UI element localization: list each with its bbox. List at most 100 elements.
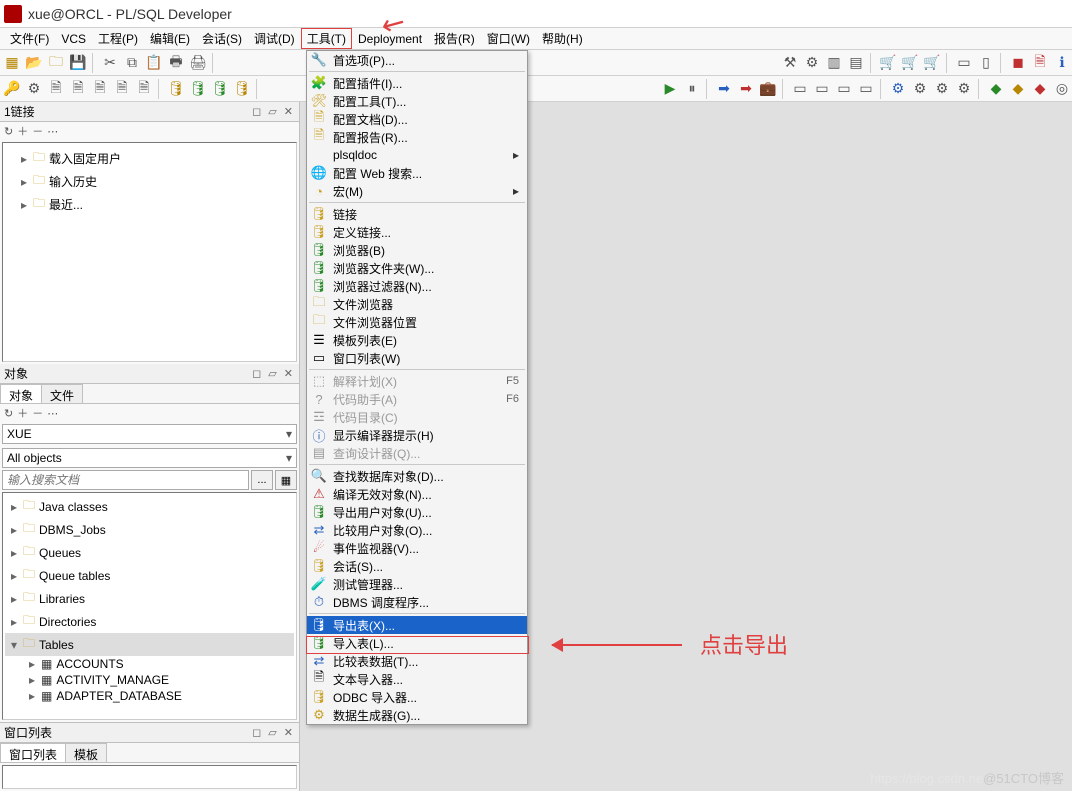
tree-item[interactable]: ▸🗀Queue tables [5,564,294,587]
refresh-icon[interactable]: ↻ [4,125,13,138]
menu-compare-table-data[interactable]: ⇄比较表数据(T)... [307,652,527,670]
menu-session[interactable]: 会话(S) [196,28,248,49]
menu-find-db-obj[interactable]: 🔍查找数据库对象(D)... [307,467,527,485]
tool-icon[interactable]: ⚒ [780,53,800,73]
menu-help[interactable]: 帮助(H) [536,28,589,49]
menu-def-link[interactable]: 🛢定义链接... [307,223,527,241]
panel-controls[interactable]: ◻ ▱ ✕ [252,105,295,118]
add-icon[interactable]: ＋ [17,123,28,139]
open-icon[interactable]: 📂 [24,53,44,73]
tree-item[interactable]: ▸🗀DBMS_Jobs [5,518,294,541]
tool-icon[interactable]: ▤ [846,53,866,73]
menu-cfg-web[interactable]: 🌐配置 Web 搜索... [307,164,527,182]
menu-edit[interactable]: 编辑(E) [144,28,196,49]
menu-tools[interactable]: 工具(T) [301,28,352,49]
copy-icon[interactable]: ⧉ [122,53,142,73]
arrow-right-icon[interactable]: ➡ [714,79,734,99]
add-icon[interactable]: ＋ [17,405,28,421]
table-item[interactable]: ▸▦ACCOUNTS [5,656,294,672]
refresh-icon[interactable]: ↻ [4,407,13,420]
tree-item[interactable]: ▸🗀Libraries [5,587,294,610]
cut-icon[interactable]: ✂ [100,53,120,73]
gear-icon[interactable]: ⚙ [954,79,974,99]
gear-icon[interactable]: ⚙ [932,79,952,99]
menu-compare-user[interactable]: ⇄比较用户对象(O)... [307,521,527,539]
tree-item[interactable]: ▸🗀Java classes [5,495,294,518]
menu-project[interactable]: 工程(P) [92,28,144,49]
menu-preferences[interactable]: 🔧首选项(P)... [307,51,527,69]
gear-icon[interactable]: ⚙ [910,79,930,99]
menu-event-monitor[interactable]: ☄事件监视器(V)... [307,539,527,557]
cart-icon[interactable]: 🛒 [878,53,898,73]
new-icon[interactable]: ▦ [2,53,22,73]
key-icon[interactable]: 🔑 [2,79,22,99]
arrow-right-icon[interactable]: ➡ [736,79,756,99]
menu-vcs[interactable]: VCS [55,30,92,48]
action-icon[interactable]: ◆ [1030,79,1050,99]
db-icon[interactable]: 🛢 [166,79,186,99]
doc-icon[interactable]: 🗎 [90,79,110,99]
tab-objects[interactable]: 对象 [0,384,42,403]
tool-icon[interactable]: ▥ [824,53,844,73]
menu-file[interactable]: 文件(F) [4,28,55,49]
menu-macro[interactable]: ◔宏(M)▸ [307,182,527,200]
menu-window-list[interactable]: ▭窗口列表(W) [307,349,527,367]
save-icon[interactable]: 💾 [68,53,88,73]
remove-icon[interactable]: － [32,405,43,421]
db-icon[interactable]: 🛢 [210,79,230,99]
print-icon[interactable]: 🖶 [166,53,186,73]
menu-cfg-reports[interactable]: 🗎配置报告(R)... [307,128,527,146]
menu-browser-folder[interactable]: 🛢浏览器文件夹(W)... [307,259,527,277]
tree-item[interactable]: ▸🗀输入历史 [5,170,294,193]
search-input[interactable] [2,470,249,490]
gear-icon[interactable]: ⚙ [888,79,908,99]
pause-icon[interactable]: ⏸ [682,79,702,99]
menu-report[interactable]: 报告(R) [428,28,481,49]
doc-icon[interactable]: 🗎 [134,79,154,99]
search-go-button[interactable]: ▦ [275,470,297,490]
menu-browser-filter[interactable]: 🛢浏览器过滤器(N)... [307,277,527,295]
tree-item[interactable]: ▸🗀Queues [5,541,294,564]
menu-template-list[interactable]: ☰模板列表(E) [307,331,527,349]
cart2-icon[interactable]: 🛒 [900,53,920,73]
remove-icon[interactable]: － [32,123,43,139]
doc-icon[interactable]: 🗎 [46,79,66,99]
search-more-button[interactable]: ... [251,470,273,490]
win-icon[interactable]: ▭ [790,79,810,99]
menu-dbms-scheduler[interactable]: ⏱DBMS 调度程序... [307,593,527,611]
win-icon[interactable]: ▭ [834,79,854,99]
cart3-icon[interactable]: 🛒 [922,53,942,73]
printer-icon[interactable]: 🖨 [188,53,208,73]
menu-file-browser[interactable]: 🗀文件浏览器 [307,295,527,313]
tool-icon[interactable]: ⚙ [24,79,44,99]
menu-odbc-importer[interactable]: 🛢ODBC 导入器... [307,688,527,706]
menu-link[interactable]: 🛢链接 [307,205,527,223]
tool-icon[interactable]: ⚙ [802,53,822,73]
briefcase-icon[interactable]: 💼 [758,79,778,99]
panel-controls[interactable]: ◻ ▱ ✕ [252,367,295,380]
tree-item[interactable]: ▸🗀载入固定用户 [5,147,294,170]
objects-tree[interactable]: ▸🗀Java classes ▸🗀DBMS_Jobs ▸🗀Queues ▸🗀Qu… [2,492,297,720]
user-combo[interactable]: XUE▾ [2,424,297,444]
menu-compiler-hint[interactable]: ⓘ显示编译器提示(H) [307,426,527,444]
menu-plsqldoc[interactable]: plsqldoc▸ [307,146,527,164]
menu-cfg-plugins[interactable]: 🧩配置插件(I)... [307,74,527,92]
tree-item-tables[interactable]: ▾🗀Tables [5,633,294,656]
doc-icon[interactable]: 🗎 [112,79,132,99]
tab-template[interactable]: 模板 [65,743,107,762]
action-icon[interactable]: ◆ [986,79,1006,99]
menu-window[interactable]: 窗口(W) [481,28,536,49]
menu-data-generator[interactable]: ⚙数据生成器(G)... [307,706,527,724]
target-icon[interactable]: ◎ [1052,79,1072,99]
more-icon[interactable]: ⋯ [47,407,58,420]
run-icon[interactable]: ▶ [660,79,680,99]
menu-export-tables[interactable]: 🛢导出表(X)... [307,616,527,634]
menu-browser[interactable]: 🛢浏览器(B) [307,241,527,259]
pdf-icon[interactable]: 🗎 [1030,53,1050,73]
win-icon[interactable]: ▭ [812,79,832,99]
menu-compile-invalid[interactable]: ⚠编译无效对象(N)... [307,485,527,503]
stop-icon[interactable]: ◼ [1008,53,1028,73]
menu-session[interactable]: 🛢会话(S)... [307,557,527,575]
tree-item[interactable]: ▸🗀Directories [5,610,294,633]
menu-deployment[interactable]: Deployment [352,30,428,48]
